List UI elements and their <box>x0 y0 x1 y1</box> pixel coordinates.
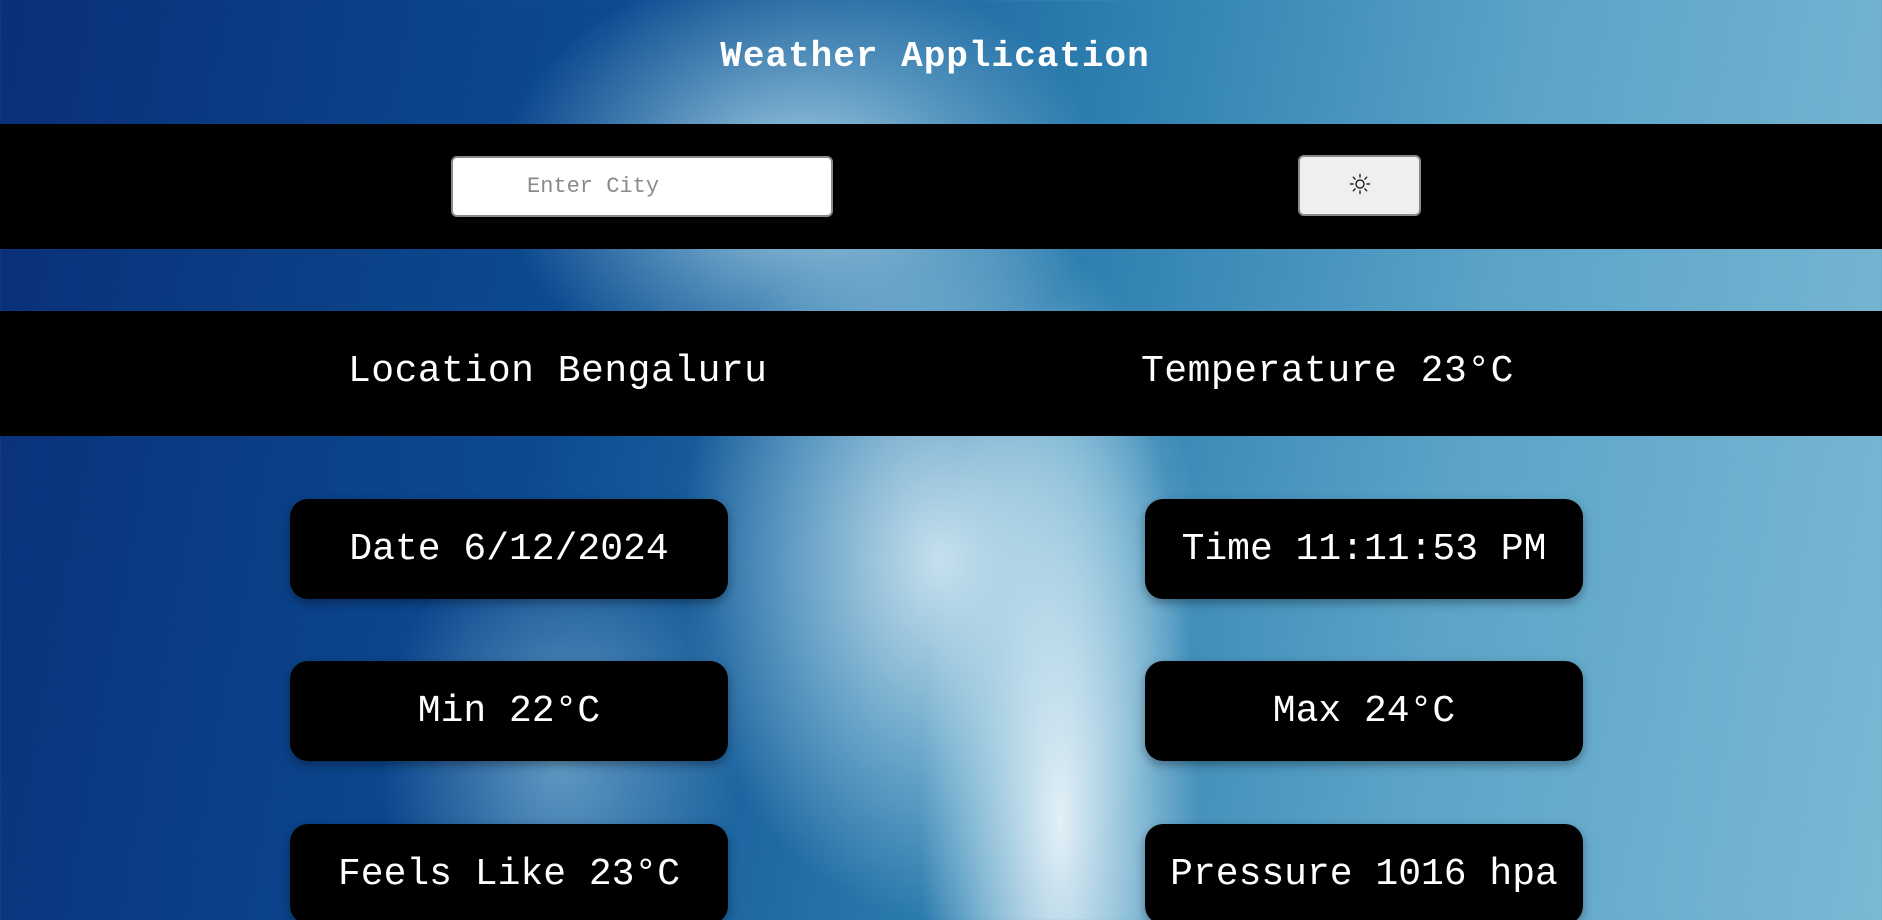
max-temp-label: Max <box>1272 689 1342 733</box>
max-temp-value: 24°C <box>1364 689 1456 733</box>
location-value: Bengaluru <box>557 350 768 393</box>
feels-like-value: 23°C <box>588 852 681 896</box>
min-temp-label: Min <box>417 689 487 733</box>
time-card: Time 11:11:53 PM <box>1145 499 1583 599</box>
feels-like-card: Feels Like 23°C <box>290 824 728 920</box>
date-value: 6/12/2024 <box>463 527 669 571</box>
date-card: Date 6/12/2024 <box>290 499 728 599</box>
search-bar <box>0 124 1882 249</box>
theme-toggle-button[interactable] <box>1298 155 1421 216</box>
date-label: Date <box>349 527 441 571</box>
temperature-label: Temperature <box>1141 350 1398 393</box>
min-temp-value: 22°C <box>509 689 601 733</box>
feels-like-label: Feels Like <box>337 852 567 896</box>
location-summary: Location Bengaluru <box>348 350 767 393</box>
time-label: Time <box>1181 527 1273 571</box>
sun-icon <box>1349 173 1371 198</box>
time-value: 11:11:53 PM <box>1295 527 1547 571</box>
city-search-input[interactable] <box>451 156 833 217</box>
pressure-card: Pressure 1016 hpa <box>1145 824 1583 920</box>
app-title: Weather Application <box>720 36 1150 77</box>
min-temp-card: Min 22°C <box>290 661 728 761</box>
temperature-summary: Temperature 23°C <box>1141 350 1514 393</box>
max-temp-card: Max 24°C <box>1145 661 1583 761</box>
pressure-value: 1016 hpa <box>1375 852 1558 896</box>
temperature-value: 23°C <box>1420 350 1514 393</box>
summary-bar <box>0 311 1882 436</box>
location-label: Location <box>348 350 535 393</box>
pressure-label: Pressure <box>1170 852 1353 896</box>
